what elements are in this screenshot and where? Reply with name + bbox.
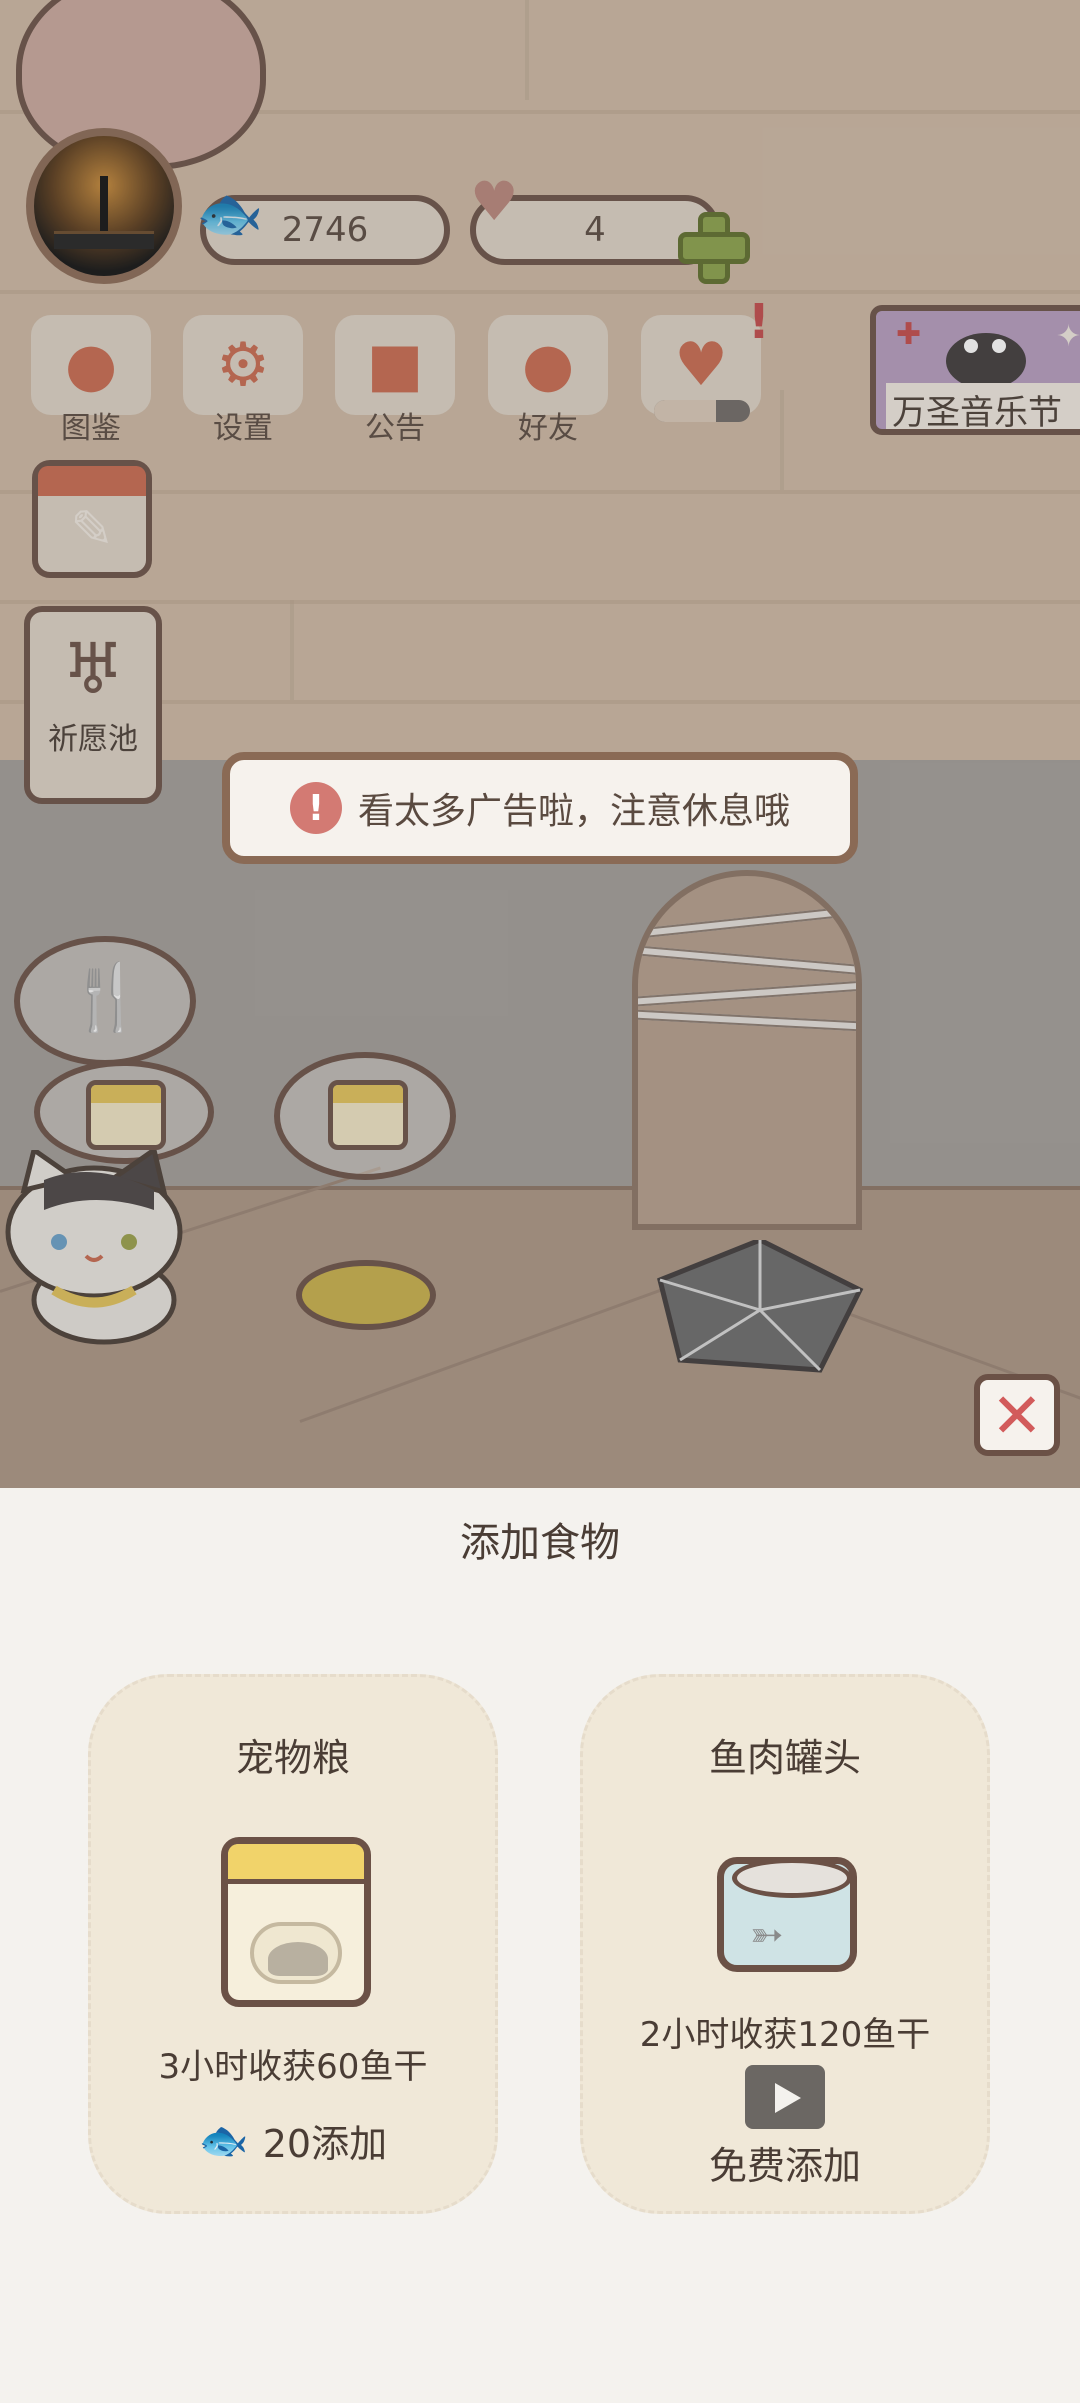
cat-face-icon: ● [31, 315, 151, 415]
tape-strip [638, 944, 856, 978]
spider-web [657, 1240, 864, 1373]
warning-icon: ! [289, 782, 342, 834]
fish-count: 2746 [281, 210, 369, 250]
brick-joint [290, 600, 294, 700]
fish-can-icon: ➳ [717, 1857, 857, 1972]
heart-icon: ♥ [470, 170, 519, 233]
food-name: 宠物粮 [235, 1736, 350, 1780]
brick-joint [525, 0, 529, 100]
food-bowl[interactable] [296, 1260, 436, 1330]
menu-haoyou[interactable]: ● 好友 [483, 315, 613, 447]
food-bubble [274, 1052, 456, 1180]
calendar-header [38, 466, 146, 496]
brick-line [0, 490, 1080, 494]
fish-icon: ➳ [750, 1912, 784, 1958]
food-description: 2小时收获120鱼干 [639, 2015, 931, 2055]
pet-food-bag-icon [86, 1080, 166, 1150]
free-add-label: 免费添加 [708, 2144, 861, 2188]
menu-label: 好友 [518, 411, 578, 446]
food-request-bubble [34, 1060, 214, 1164]
add-pet-food-button[interactable]: 🐟 20添加 [91, 2113, 495, 2168]
bag-band [228, 1844, 364, 1884]
menu-tujian[interactable]: ● 图鉴 [26, 315, 156, 447]
gift-icon: ■ [335, 315, 455, 415]
calendar-button[interactable]: ✎ [32, 460, 152, 578]
pencil-icon: ✎ [70, 500, 114, 560]
fish-icon: 🐟 [196, 182, 264, 245]
wish-pool-label: 祈愿池 [48, 722, 138, 757]
heart-count: 4 [584, 210, 606, 250]
avatar-stage [54, 231, 154, 249]
pet-food-bag-icon [221, 1837, 371, 2007]
affection-progress-fill [654, 400, 717, 422]
game-scene: 🍴 2746 🐟 4 ♥ ● 图鉴 ⚙ 设置 ■ 公告 ● 好友 ♥ ! ✚ ✦… [0, 0, 1080, 1488]
fork-knife-icon: 🍴 [66, 961, 146, 1035]
tape-strip [638, 978, 856, 1008]
add-hearts-button[interactable] [678, 212, 750, 284]
food-description: 3小时收获60鱼干 [158, 2047, 428, 2087]
cat[interactable] [4, 1150, 184, 1350]
add-food-panel: 添加食物 宠物粮 3小时收获60鱼干 🐟 20添加 鱼肉罐头 ➳ 2小时收获12… [0, 1488, 1080, 2403]
event-banner[interactable]: ✚ ✦ 万圣音乐节 [870, 305, 1080, 435]
wish-pool-button[interactable]: ♅ 祈愿池 [24, 606, 162, 804]
affection-progress [654, 400, 750, 422]
notification-exclamation-icon: ! [748, 294, 770, 350]
menu-gonggao[interactable]: ■ 公告 [330, 315, 460, 447]
pet-food-bag-icon [328, 1080, 408, 1150]
add-cost-label: 20添加 [262, 2122, 388, 2166]
fish-icon: 🐟 [198, 2118, 249, 2164]
food-name: 鱼肉罐头 [708, 1736, 861, 1780]
menu-label: 公告 [365, 411, 425, 446]
toast-text: 看太多广告啦，注意休息哦 [357, 791, 790, 832]
friends-icon: ● [488, 315, 608, 415]
bat-cat-icon [946, 333, 1026, 389]
gear-icon: ⚙ [183, 315, 303, 415]
menu-label: 设置 [213, 411, 273, 446]
sparkle-icon: ✦ [1056, 319, 1080, 354]
fountain-icon: ♅ [61, 628, 125, 710]
food-card-pet-food[interactable]: 宠物粮 3小时收获60鱼干 🐟 20添加 [88, 1674, 498, 2214]
free-add-button[interactable]: 免费添加 [583, 2065, 987, 2190]
brick-line [0, 700, 1080, 704]
brick-joint [780, 390, 784, 490]
bag-window [250, 1922, 342, 1984]
toast-message: ! 看太多广告啦，注意休息哦 [222, 752, 858, 864]
close-button[interactable]: ✕ [974, 1374, 1060, 1456]
tape-strip [638, 902, 856, 940]
avatar-figure [100, 176, 108, 231]
food-card-fish-can[interactable]: 鱼肉罐头 ➳ 2小时收获120鱼干 免费添加 [580, 1674, 990, 2214]
event-banner-label: 万圣音乐节 [886, 383, 1080, 429]
menu-label: 图鉴 [61, 411, 121, 446]
close-icon: ✕ [991, 1378, 1043, 1452]
avatar[interactable] [26, 128, 182, 284]
sparkle-icon: ✚ [896, 317, 922, 352]
video-ad-icon [745, 2065, 825, 2129]
tape-strip [638, 1009, 856, 1033]
panel-title: 添加食物 [460, 1520, 620, 1566]
menu-shezhi[interactable]: ⚙ 设置 [178, 315, 308, 447]
taped-doorway [632, 870, 862, 1230]
brick-line [0, 600, 1080, 604]
brick-line [0, 290, 1080, 294]
thought-bubble: 🍴 [14, 936, 196, 1066]
